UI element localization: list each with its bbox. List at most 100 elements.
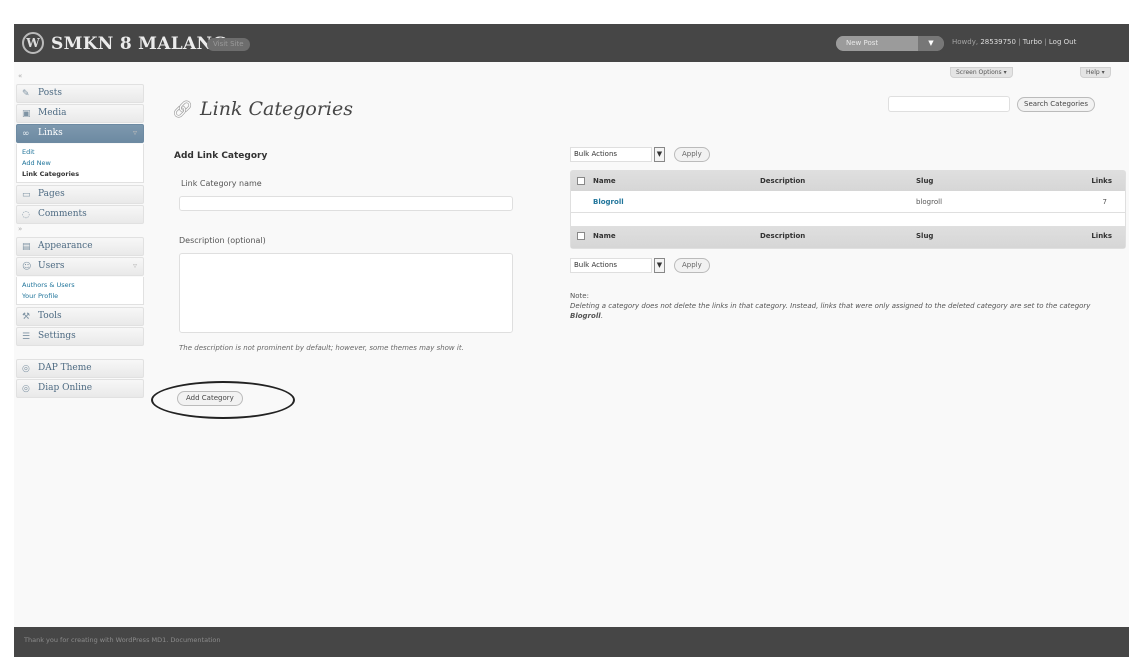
menu-item-appearance[interactable]: ▤ Appearance [16,237,144,256]
description-help-text: The description is not prominent by defa… [179,344,464,352]
category-name-label: Link Category name [181,179,262,188]
select-all-checkbox[interactable] [577,177,585,185]
admin-footer: Thank you for creating with WordPress MD… [14,627,1129,657]
categories-table: Name Description Slug Links Blogroll blo… [570,170,1126,249]
online-icon: ◎ [22,384,30,394]
chevron-down-icon[interactable]: ▼ [654,147,665,162]
comment-icon: ◌ [22,210,30,220]
footer-text[interactable]: Thank you for creating with WordPress MD… [24,636,221,644]
note-default-category: Blogroll [570,312,601,320]
category-name-field[interactable] [179,196,513,211]
menu-item-settings[interactable]: ☰ Settings [16,327,144,346]
menu-label: DAP Theme [38,363,92,373]
users-submenu: Authors & Users Your Profile [16,277,144,305]
menu-label: Comments [38,209,87,219]
visit-site-button[interactable]: Visit Site [207,38,250,51]
submenu-item-your-profile[interactable]: Your Profile [17,291,143,302]
chevron-down-icon[interactable]: ▼ [654,258,665,273]
menu-item-users[interactable]: ☺ Users ▿ [16,257,144,276]
appearance-icon: ▤ [22,242,31,252]
column-footer-slug[interactable]: Slug [916,232,933,240]
collapse-arrow-icon[interactable]: « [18,72,22,80]
category-link-count: 7 [1102,198,1107,206]
menu-separator: » [16,225,144,237]
menu-item-media[interactable]: ▣ Media [16,104,144,123]
category-name-link[interactable]: Blogroll [593,198,624,206]
menu-item-posts[interactable]: ✎ Posts [16,84,144,103]
search-categories-input[interactable] [888,96,1010,112]
submenu-item-edit[interactable]: Edit [17,147,143,158]
help-tab[interactable]: Help ▾ [1080,67,1111,78]
page-icon: ▭ [22,190,31,200]
submenu-item-authors-users[interactable]: Authors & Users [17,280,143,291]
submenu-item-link-categories[interactable]: Link Categories [17,169,143,180]
menu-item-diap-online[interactable]: ◎ Diap Online [16,379,144,398]
description-label: Description (optional) [179,236,266,245]
category-slug: blogroll [916,198,943,206]
delete-note: Note: Deleting a category does not delet… [570,291,1120,321]
menu-label: Links [38,128,63,138]
note-end: . [600,312,603,320]
favorite-actions: New Post ▼ [836,36,944,51]
column-footer-links[interactable]: Links [1091,232,1112,240]
page-title: Link Categories [200,98,353,120]
column-header-slug[interactable]: Slug [916,177,933,185]
note-body: Deleting a category does not delete the … [570,302,1091,310]
column-footer-name[interactable]: Name [593,232,616,240]
separator: | [1018,38,1021,46]
menu-label: Tools [38,311,62,321]
tools-icon: ⚒ [22,312,31,322]
screen-options-tab[interactable]: Screen Options ▾ [950,67,1013,78]
user-info: Howdy, 28539750 | Turbo | Log Out [952,38,1076,46]
note-heading: Note: [570,292,589,300]
select-all-checkbox[interactable] [577,232,585,240]
chevron-down-icon[interactable]: ▼ [918,36,944,51]
separator: | [1044,38,1047,46]
menu-toggle-icon[interactable]: ▿ [133,128,137,137]
note-text: Deleting a category does not delete the … [570,301,1120,321]
menu-label: Diap Online [38,383,93,393]
settings-icon: ☰ [22,332,31,342]
media-icon: ▣ [22,109,31,119]
bulk-actions-select[interactable]: Bulk Actions [570,258,652,273]
log-out-link[interactable]: Log Out [1049,38,1076,46]
menu-label: Posts [38,88,62,98]
submenu-item-add-new[interactable]: Add New [17,158,143,169]
column-header-description[interactable]: Description [760,177,805,185]
link-icon: ∞ [22,129,30,139]
new-post-button[interactable]: New Post [836,36,918,51]
menu-item-pages[interactable]: ▭ Pages [16,185,144,204]
turbo-link[interactable]: Turbo [1023,38,1042,46]
search-categories-button[interactable]: Search Categories [1017,97,1096,112]
menu-label: Appearance [38,241,93,251]
site-title[interactable]: SMKN 8 MALANG [51,34,227,54]
highlight-circle [151,381,295,419]
howdy-text: Howdy, [952,38,979,46]
pin-icon: ✎ [22,89,30,99]
username-link[interactable]: 28539750 [980,38,1016,46]
table-footer: Name Description Slug Links [571,226,1125,248]
theme-icon: ◎ [22,364,30,374]
column-header-links[interactable]: Links [1091,177,1112,185]
menu-label: Users [38,261,65,271]
apply-button[interactable]: Apply [674,147,710,162]
admin-menu: « ✎ Posts ▣ Media ∞ Links ▿ Edit Add New… [16,72,144,399]
menu-separator: « [16,72,144,84]
menu-item-tools[interactable]: ⚒ Tools [16,307,144,326]
column-footer-description[interactable]: Description [760,232,805,240]
users-icon: ☺ [22,262,32,272]
wordpress-logo-icon[interactable]: W [22,32,44,54]
admin-header: W SMKN 8 MALANG Visit Site New Post ▼ Ho… [14,24,1129,62]
table-row: Blogroll blogroll 7 [571,191,1125,213]
apply-button[interactable]: Apply [674,258,710,273]
bulk-actions-select[interactable]: Bulk Actions [570,147,652,162]
separator-arrow-icon: » [18,225,23,233]
menu-item-dap-theme[interactable]: ◎ DAP Theme [16,359,144,378]
menu-toggle-icon[interactable]: ▿ [133,261,137,270]
admin-frame: W SMKN 8 MALANG Visit Site New Post ▼ Ho… [14,24,1129,657]
column-header-name[interactable]: Name [593,177,616,185]
menu-item-comments[interactable]: ◌ Comments [16,205,144,224]
description-field[interactable] [179,253,513,333]
menu-item-links[interactable]: ∞ Links ▿ [16,124,144,143]
menu-label: Pages [38,189,65,199]
